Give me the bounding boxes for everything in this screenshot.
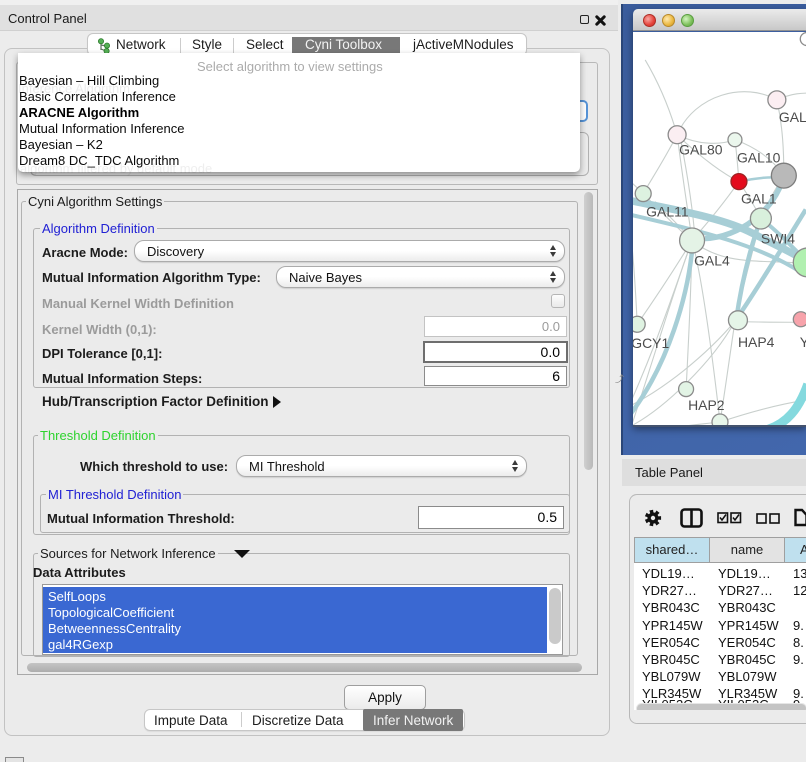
svg-text:GAL10: GAL10 [737,150,781,166]
svg-text:GAL11: GAL11 [646,204,689,220]
svg-text:HAP2: HAP2 [688,397,725,413]
svg-text:GAL1: GAL1 [741,191,777,207]
svg-text:HAP4: HAP4 [738,334,775,350]
svg-text:GAL80: GAL80 [679,142,723,158]
svg-text:GAL2: GAL2 [779,109,806,125]
svg-text:SWI4: SWI4 [761,230,795,246]
svg-text:GCY1: GCY1 [633,335,669,351]
svg-text:GAL4: GAL4 [694,252,730,268]
svg-text:Y: Y [800,334,806,350]
